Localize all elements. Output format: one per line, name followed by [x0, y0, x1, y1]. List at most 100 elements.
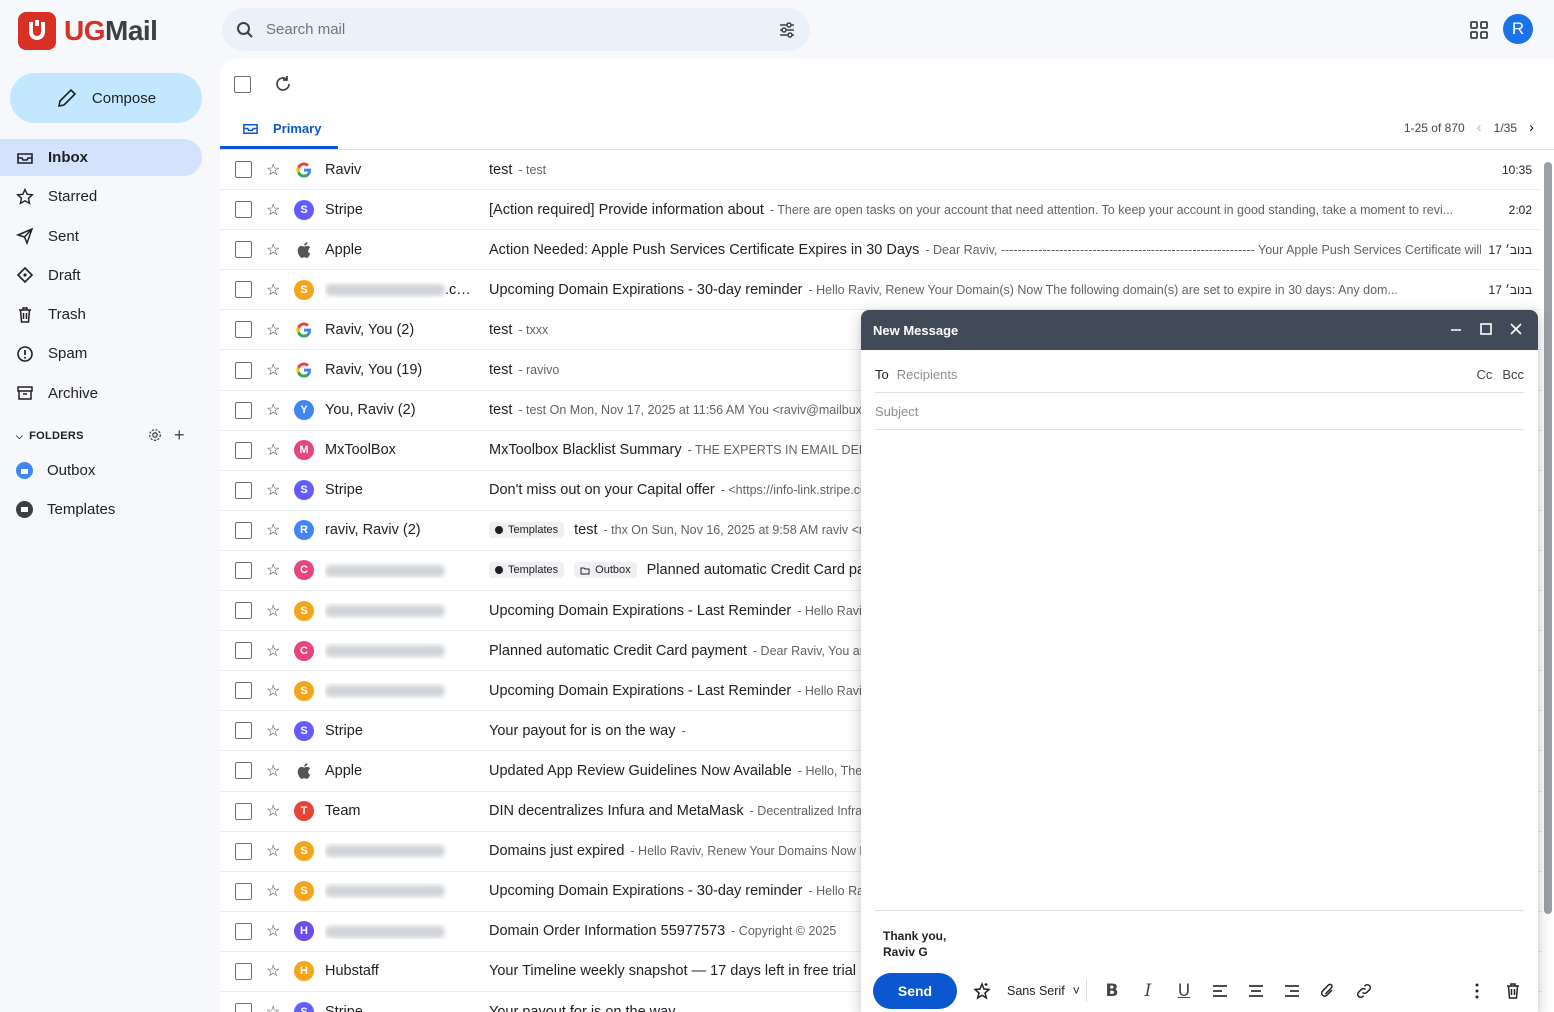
star-icon[interactable]: ☆: [266, 1002, 280, 1012]
sidebar-item-starred[interactable]: Starred: [0, 178, 202, 215]
select-all-checkbox[interactable]: [234, 75, 251, 93]
row-checkbox[interactable]: [235, 241, 252, 259]
row-checkbox[interactable]: [235, 682, 252, 700]
row-checkbox[interactable]: [235, 561, 252, 579]
star-icon[interactable]: ☆: [266, 721, 280, 741]
sidebar-item-spam[interactable]: Spam: [0, 335, 202, 372]
filter-options-icon[interactable]: [778, 21, 796, 39]
row-checkbox[interactable]: [235, 762, 252, 780]
search-input[interactable]: [266, 21, 778, 38]
ai-assist-icon[interactable]: [971, 980, 993, 1002]
close-icon[interactable]: [1508, 321, 1524, 337]
bold-icon[interactable]: B: [1101, 980, 1123, 1002]
user-avatar[interactable]: R: [1503, 14, 1533, 44]
send-button[interactable]: Send: [873, 973, 957, 1009]
minimize-icon[interactable]: [1448, 321, 1464, 337]
star-icon[interactable]: ☆: [266, 761, 280, 781]
align-right-icon[interactable]: [1281, 980, 1303, 1002]
star-icon[interactable]: ☆: [266, 160, 280, 180]
attachment-icon[interactable]: [1317, 980, 1339, 1002]
folder-item-templates[interactable]: Templates: [0, 491, 202, 528]
row-checkbox[interactable]: [235, 1003, 252, 1012]
row-checkbox[interactable]: [235, 722, 252, 740]
font-selector[interactable]: Sans Serif ˅: [1007, 980, 1087, 1002]
cc-button[interactable]: Cc: [1476, 367, 1492, 382]
to-field[interactable]: To Cc Bcc: [875, 357, 1524, 393]
apps-grid-icon[interactable]: [1466, 17, 1492, 43]
app-logo[interactable]: UGMail: [18, 12, 158, 50]
row-checkbox[interactable]: [235, 922, 252, 940]
star-icon[interactable]: ☆: [266, 961, 280, 981]
more-options-icon[interactable]: [1466, 980, 1488, 1002]
row-checkbox[interactable]: [235, 882, 252, 900]
bcc-button[interactable]: Bcc: [1502, 367, 1524, 382]
row-checkbox[interactable]: [235, 361, 252, 379]
add-folder-icon[interactable]: +: [174, 425, 185, 446]
row-checkbox[interactable]: [235, 602, 252, 620]
discard-draft-icon[interactable]: [1502, 980, 1524, 1002]
tab-primary[interactable]: Primary: [220, 111, 338, 149]
row-checkbox[interactable]: [235, 161, 252, 179]
row-checkbox[interactable]: [235, 642, 252, 660]
row-checkbox[interactable]: [235, 962, 252, 980]
star-icon[interactable]: ☆: [266, 881, 280, 901]
row-checkbox[interactable]: [235, 842, 252, 860]
sidebar-item-trash[interactable]: Trash: [0, 296, 202, 333]
sidebar-item-sent[interactable]: Sent: [0, 218, 202, 255]
message-body[interactable]: [875, 433, 1524, 911]
email-row[interactable]: ☆ S Stripe [Action required] Provide inform…: [220, 190, 1542, 231]
star-icon[interactable]: ☆: [266, 440, 280, 460]
star-icon[interactable]: ☆: [266, 320, 280, 340]
star-icon[interactable]: ☆: [266, 560, 280, 580]
maximize-icon[interactable]: [1478, 321, 1494, 337]
star-icon[interactable]: ☆: [266, 801, 280, 821]
row-checkbox[interactable]: [235, 281, 252, 299]
star-icon[interactable]: ☆: [266, 520, 280, 540]
compose-button[interactable]: Compose: [10, 73, 202, 123]
star-icon[interactable]: ☆: [266, 480, 280, 500]
compose-window-header[interactable]: New Message: [861, 310, 1538, 350]
star-icon[interactable]: ☆: [266, 641, 280, 661]
gear-icon[interactable]: [148, 428, 162, 442]
search-bar[interactable]: [222, 8, 810, 51]
refresh-icon[interactable]: [273, 74, 293, 94]
star-icon[interactable]: ☆: [266, 360, 280, 380]
row-checkbox[interactable]: [235, 441, 252, 459]
chevron-down-icon[interactable]: ⌵: [16, 431, 23, 442]
sidebar-item-archive[interactable]: Archive: [0, 375, 202, 412]
recipients-input[interactable]: [896, 367, 1524, 382]
email-row[interactable]: ☆ Apple Action Needed: Apple Push Services…: [220, 230, 1542, 271]
subject-field[interactable]: [875, 394, 1524, 430]
star-icon[interactable]: ☆: [266, 681, 280, 701]
row-checkbox[interactable]: [235, 481, 252, 499]
row-checkbox[interactable]: [235, 521, 252, 539]
star-icon[interactable]: ☆: [266, 921, 280, 941]
underline-icon[interactable]: U: [1173, 980, 1195, 1002]
star-icon[interactable]: ☆: [266, 280, 280, 300]
star-icon[interactable]: ☆: [266, 601, 280, 621]
scrollbar[interactable]: [1544, 162, 1552, 914]
folders-header[interactable]: ⌵ FOLDERS +: [16, 425, 196, 446]
sidebar-item-inbox[interactable]: Inbox: [0, 139, 202, 176]
folder-item-outbox[interactable]: Outbox: [0, 452, 202, 489]
row-checkbox[interactable]: [235, 802, 252, 820]
sender-avatar: S: [294, 480, 314, 501]
row-checkbox[interactable]: [235, 401, 252, 419]
chevron-left-icon[interactable]: ‹: [1477, 119, 1482, 136]
star-icon[interactable]: ☆: [266, 240, 280, 260]
italic-icon[interactable]: I: [1137, 980, 1159, 1002]
align-left-icon[interactable]: [1209, 980, 1231, 1002]
star-icon[interactable]: ☆: [266, 200, 280, 220]
subject-input[interactable]: [875, 404, 1524, 419]
star-icon[interactable]: ☆: [266, 400, 280, 420]
chevron-right-icon[interactable]: ›: [1529, 119, 1534, 136]
link-icon[interactable]: [1353, 980, 1375, 1002]
align-center-icon[interactable]: [1245, 980, 1267, 1002]
archive-icon: [17, 386, 33, 401]
row-checkbox[interactable]: [235, 321, 252, 339]
star-icon[interactable]: ☆: [266, 841, 280, 861]
email-row[interactable]: ☆ S .co... Upcoming Domain Expirations - 30…: [220, 270, 1542, 311]
email-row[interactable]: ☆ Raviv test - test 10:35: [220, 150, 1542, 191]
row-checkbox[interactable]: [235, 201, 252, 219]
sidebar-item-draft[interactable]: Draft: [0, 257, 202, 294]
